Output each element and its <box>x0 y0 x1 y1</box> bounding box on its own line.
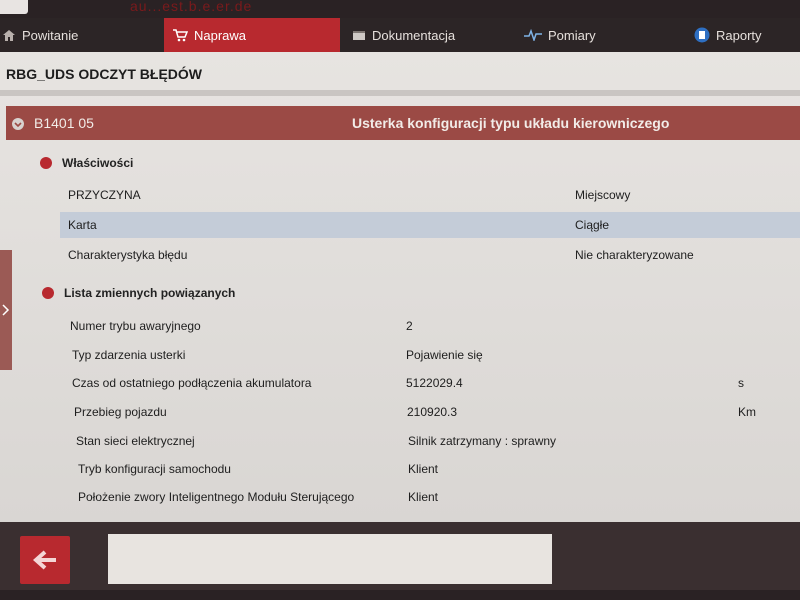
tab-label: Pomiary <box>548 27 596 43</box>
book-icon <box>353 30 365 40</box>
table-row: Numer trybu awaryjnego 2 <box>62 313 800 339</box>
fault-header-bar[interactable]: B1401 05 Usterka konfiguracji typu układ… <box>6 106 800 140</box>
report-icon <box>694 27 710 43</box>
row-label: Karta <box>68 218 97 232</box>
chevron-right-icon <box>2 304 10 316</box>
main-tab-bar: Powitanie Naprawa Dokumentacja Pomiary R… <box>0 18 800 52</box>
table-row: Stan sieci elektrycznej Silnik zatrzyman… <box>68 428 800 454</box>
table-row: PRZYCZYNA Miejscowy <box>60 182 800 208</box>
brand-logo <box>0 0 28 14</box>
row-value: Pojawienie się <box>406 348 483 362</box>
table-row: Charakterystyka błędu Nie charakteryzowa… <box>60 242 800 268</box>
row-value: Miejscowy <box>575 188 631 202</box>
section-variables-header[interactable]: Lista zmiennych powiązanych <box>42 286 235 300</box>
tab-label: Powitanie <box>22 27 79 43</box>
watermark-text: au...est.b.e.er.de <box>130 0 253 14</box>
section-title: Właściwości <box>62 156 134 170</box>
row-value: Klient <box>408 490 439 504</box>
table-row: Tryb konfiguracji samochodu Klient <box>70 456 800 482</box>
tab-label: Naprawa <box>194 27 247 43</box>
footer-bar <box>0 590 800 600</box>
table-row: Typ zdarzenia usterki Pojawienie się <box>64 342 800 368</box>
row-label: Tryb konfiguracji samochodu <box>78 462 231 476</box>
main-content: RBG_UDS ODCZYT BŁĘDÓW B1401 05 Usterka k… <box>0 52 800 522</box>
tab-label: Dokumentacja <box>372 27 456 43</box>
tab-powitanie[interactable]: Powitanie <box>0 18 164 52</box>
table-row: Położenie zwory Inteligentnego Modułu St… <box>70 484 800 510</box>
row-unit: s <box>738 376 744 390</box>
row-label: PRZYCZYNA <box>68 188 141 202</box>
home-icon <box>3 29 15 41</box>
tab-label: Raporty <box>716 27 762 43</box>
side-panel-toggle[interactable] <box>0 250 12 370</box>
row-label: Czas od ostatniego podłączenia akumulato… <box>72 376 312 390</box>
title-divider <box>0 90 800 96</box>
section-title: Lista zmiennych powiązanych <box>64 286 236 300</box>
tab-dokumentacja[interactable]: Dokumentacja <box>340 18 512 52</box>
tab-naprawa[interactable]: Naprawa <box>164 18 340 52</box>
cart-icon <box>173 29 188 42</box>
row-value: Silnik zatrzymany : sprawny <box>408 434 557 448</box>
row-value: Nie charakteryzowane <box>575 248 694 262</box>
row-label: Stan sieci elektrycznej <box>76 434 195 448</box>
row-unit: Km <box>738 405 756 419</box>
row-label: Charakterystyka błędu <box>68 248 188 262</box>
fault-description: Usterka konfiguracji typu układu kierown… <box>352 115 670 131</box>
row-label: Przebieg pojazdu <box>74 405 167 419</box>
arrow-left-icon <box>32 550 56 570</box>
section-properties-header[interactable]: Właściwości <box>40 156 133 170</box>
table-row-selected[interactable]: Karta Ciągłe <box>60 212 800 238</box>
fault-code: B1401 05 <box>34 115 94 131</box>
top-status-bar: au...est.b.e.er.de <box>0 0 800 18</box>
row-label: Typ zdarzenia usterki <box>72 348 186 362</box>
back-button[interactable] <box>20 536 70 584</box>
row-value: 210920.3 <box>407 405 458 419</box>
collapse-icon[interactable] <box>12 118 24 130</box>
pulse-icon <box>524 29 542 41</box>
page-title: RBG_UDS ODCZYT BŁĘDÓW <box>6 66 202 82</box>
row-label: Położenie zwory Inteligentnego Modułu St… <box>78 490 355 504</box>
row-value: 2 <box>406 319 413 333</box>
table-row: Czas od ostatniego podłączenia akumulato… <box>64 370 800 396</box>
row-value: 5122029.4 <box>406 376 463 390</box>
tab-raporty[interactable]: Raporty <box>682 18 800 52</box>
message-box <box>108 534 552 584</box>
row-value: Klient <box>408 462 439 476</box>
row-label: Numer trybu awaryjnego <box>70 319 201 333</box>
expand-icon[interactable] <box>42 287 54 299</box>
tab-pomiary[interactable]: Pomiary <box>512 18 682 52</box>
bottom-toolbar <box>0 522 800 600</box>
table-row: Przebieg pojazdu 210920.3 Km <box>66 399 800 425</box>
expand-icon[interactable] <box>40 157 52 169</box>
row-value: Ciągłe <box>575 218 610 232</box>
